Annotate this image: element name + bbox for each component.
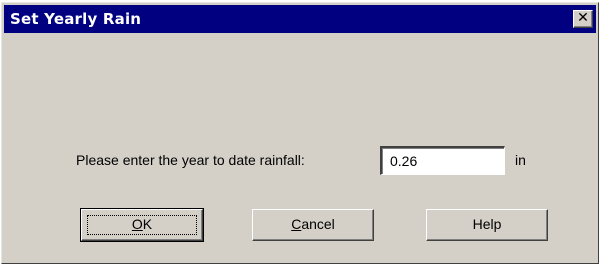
dialog-title: Set Yearly Rain	[10, 10, 142, 28]
close-button[interactable]: ✕	[573, 10, 593, 28]
ok-button-label: OK	[131, 216, 153, 232]
rainfall-prompt-label: Please enter the year to date rainfall:	[76, 152, 305, 168]
ok-button[interactable]: OK	[80, 208, 204, 242]
cancel-button[interactable]: Cancel	[252, 209, 374, 241]
help-button[interactable]: Help	[426, 209, 548, 241]
set-yearly-rain-dialog: Set Yearly Rain ✕ Please enter the year …	[1, 2, 599, 264]
unit-label: in	[515, 152, 526, 168]
title-bar: Set Yearly Rain ✕	[4, 5, 596, 33]
close-icon: ✕	[577, 10, 589, 26]
rainfall-input[interactable]	[380, 146, 505, 175]
cancel-button-label: Cancel	[291, 216, 335, 232]
help-button-label: Help	[472, 216, 502, 232]
